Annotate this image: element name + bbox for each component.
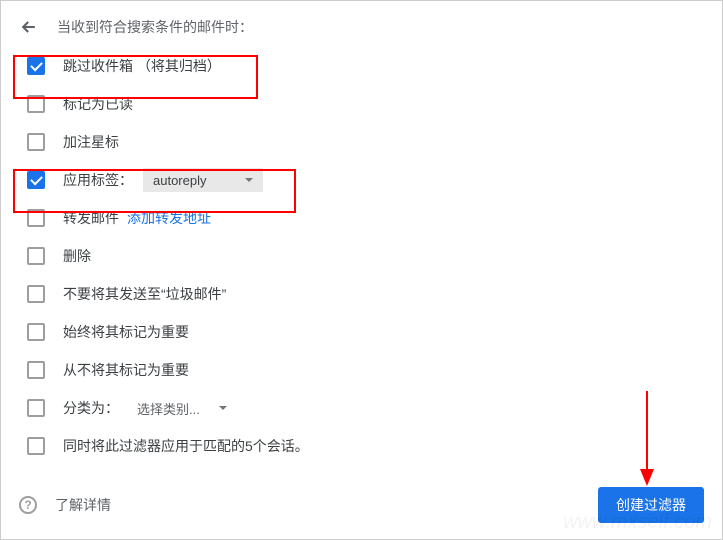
label-delete: 删除	[63, 246, 91, 266]
option-row-apply_label: 应用标签： autoreply	[19, 161, 704, 199]
option-row-mark_read: 标记为已读	[19, 85, 704, 123]
dropdown-apply_label[interactable]: autoreply	[143, 168, 263, 192]
help-icon[interactable]: ?	[19, 496, 37, 514]
learn-more-link[interactable]: 了解详情	[55, 495, 111, 515]
header-title: 当收到符合搜索条件的邮件时：	[57, 17, 253, 37]
checkbox-never_important[interactable]	[27, 361, 45, 379]
label-skip_inbox: 跳过收件箱 （将其归档）	[63, 56, 221, 76]
checkbox-delete[interactable]	[27, 247, 45, 265]
option-row-never_important: 从不将其标记为重要	[19, 351, 704, 389]
checkbox-always_important[interactable]	[27, 323, 45, 341]
option-row-always_important: 始终将其标记为重要	[19, 313, 704, 351]
option-row-skip_inbox: 跳过收件箱 （将其归档）	[19, 47, 704, 85]
label-forward: 转发邮件	[63, 208, 119, 228]
option-row-forward: 转发邮件添加转发地址	[19, 199, 704, 237]
label-never_important: 从不将其标记为重要	[63, 360, 189, 380]
dropdown-value-categorize: 选择类别...	[137, 399, 200, 418]
checkbox-forward[interactable]	[27, 209, 45, 227]
option-row-never_spam: 不要将其发送至“垃圾邮件”	[19, 275, 704, 313]
checkbox-star[interactable]	[27, 133, 45, 151]
label-apply_to_matching: 同时将此过滤器应用于匹配的5个会话。	[63, 436, 309, 456]
checkbox-categorize[interactable]	[27, 399, 45, 417]
checkbox-apply_label[interactable]	[27, 171, 45, 189]
label-always_important: 始终将其标记为重要	[63, 322, 189, 342]
label-apply_label: 应用标签：	[63, 170, 133, 190]
checkbox-mark_read[interactable]	[27, 95, 45, 113]
option-row-delete: 删除	[19, 237, 704, 275]
label-categorize: 分类为：	[63, 398, 119, 418]
label-never_spam: 不要将其发送至“垃圾邮件”	[63, 284, 226, 304]
checkbox-skip_inbox[interactable]	[27, 57, 45, 75]
dropdown-value-apply_label: autoreply	[153, 173, 206, 188]
option-row-star: 加注星标	[19, 123, 704, 161]
chevron-down-icon	[245, 178, 253, 182]
chevron-down-icon	[219, 406, 227, 410]
back-arrow-icon[interactable]	[19, 17, 39, 37]
dropdown-categorize[interactable]: 选择类别...	[127, 395, 237, 422]
label-star: 加注星标	[63, 132, 119, 152]
option-row-apply_to_matching: 同时将此过滤器应用于匹配的5个会话。	[19, 427, 704, 465]
create-filter-button[interactable]: 创建过滤器	[598, 487, 704, 523]
checkbox-apply_to_matching[interactable]	[27, 437, 45, 455]
option-row-categorize: 分类为： 选择类别...	[19, 389, 704, 427]
checkbox-never_spam[interactable]	[27, 285, 45, 303]
link-forward[interactable]: 添加转发地址	[127, 208, 211, 228]
label-mark_read: 标记为已读	[63, 94, 133, 114]
